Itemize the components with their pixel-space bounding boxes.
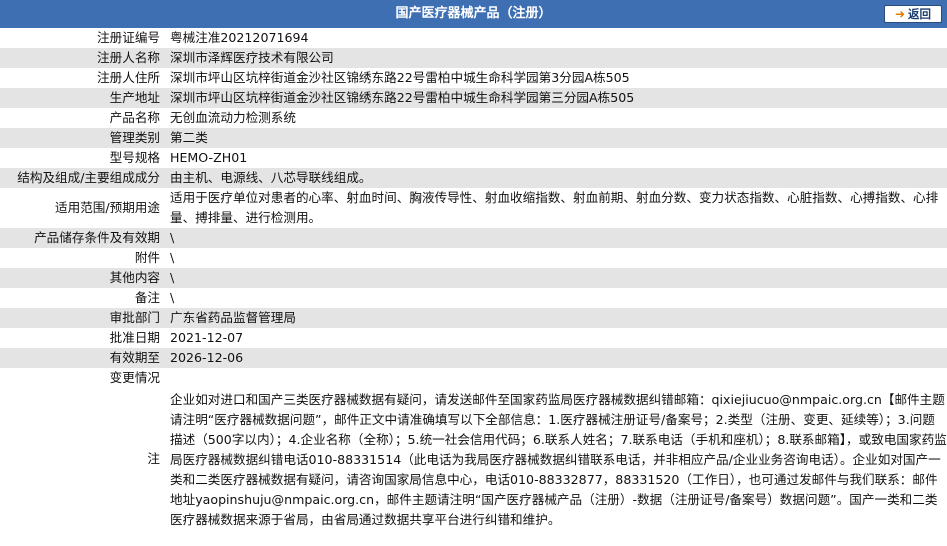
detail-row-registration-number: 注册证编号 粤械注准20212071694 <box>0 28 947 48</box>
field-value: 第二类 <box>166 128 947 148</box>
page-title: 国产医疗器械产品（注册） <box>395 6 552 21</box>
detail-row-attachments: 附件 \ <box>0 248 947 268</box>
field-label: 型号规格 <box>0 148 166 168</box>
detail-row-valid-until: 有效期至 2026-12-06 <box>0 348 947 368</box>
detail-row-approval-date: 批准日期 2021-12-07 <box>0 328 947 348</box>
field-value <box>166 368 947 388</box>
field-value: 企业如对进口和国产三类医疗器械数据有疑问，请发送邮件至国家药监局医疗器械数据纠错… <box>166 388 947 530</box>
detail-row-approval-department: 审批部门 广东省药品监督管理局 <box>0 308 947 328</box>
field-value: 深圳市坪山区坑梓街道金沙社区锦绣东路22号雷柏中城生命科学园第三分园A栋505 <box>166 88 947 108</box>
field-value: 深圳市坪山区坑梓街道金沙社区锦绣东路22号雷柏中城生命科学园第3分园A栋505 <box>166 68 947 88</box>
field-label: 批准日期 <box>0 328 166 348</box>
field-label: 产品储存条件及有效期 <box>0 228 166 248</box>
field-value: 2026-12-06 <box>166 348 947 368</box>
field-value: \ <box>166 228 947 248</box>
field-label: 有效期至 <box>0 348 166 368</box>
back-arrow-icon: ➜ <box>894 7 906 21</box>
field-label: 适用范围/预期用途 <box>0 188 166 228</box>
field-value: \ <box>166 268 947 288</box>
detail-row-registrant-address: 注册人住所 深圳市坪山区坑梓街道金沙社区锦绣东路22号雷柏中城生命科学园第3分园… <box>0 68 947 88</box>
field-value: 广东省药品监督管理局 <box>166 308 947 328</box>
field-label: 管理类别 <box>0 128 166 148</box>
detail-row-other-content: 其他内容 \ <box>0 268 947 288</box>
field-label: 审批部门 <box>0 308 166 328</box>
field-label: 变更情况 <box>0 368 166 388</box>
detail-row-change-history: 变更情况 <box>0 368 947 388</box>
field-label: 注册证编号 <box>0 28 166 48</box>
field-label: 注 <box>0 388 166 530</box>
detail-row-storage-validity: 产品储存条件及有效期 \ <box>0 228 947 248</box>
field-label: 注册人名称 <box>0 48 166 68</box>
detail-row-product-name: 产品名称 无创血流动力检测系统 <box>0 108 947 128</box>
page-header: 国产医疗器械产品（注册） ➜ 返回 <box>0 0 947 28</box>
field-label: 生产地址 <box>0 88 166 108</box>
detail-row-intended-use: 适用范围/预期用途 适用于医疗单位对患者的心率、射血时间、胸液传导性、射血收缩指… <box>0 188 947 228</box>
detail-row-note: 注 企业如对进口和国产三类医疗器械数据有疑问，请发送邮件至国家药监局医疗器械数据… <box>0 388 947 530</box>
field-value: 2021-12-07 <box>166 328 947 348</box>
field-value: 深圳市泽辉医疗技术有限公司 <box>166 48 947 68</box>
field-value: HEMO-ZH01 <box>166 148 947 168</box>
field-label: 产品名称 <box>0 108 166 128</box>
field-label: 备注 <box>0 288 166 308</box>
field-value: \ <box>166 248 947 268</box>
field-value: 由主机、电源线、八芯导联线组成。 <box>166 168 947 188</box>
field-label: 附件 <box>0 248 166 268</box>
detail-row-model-spec: 型号规格 HEMO-ZH01 <box>0 148 947 168</box>
field-value: 适用于医疗单位对患者的心率、射血时间、胸液传导性、射血收缩指数、射血前期、射血分… <box>166 188 947 228</box>
detail-row-production-address: 生产地址 深圳市坪山区坑梓街道金沙社区锦绣东路22号雷柏中城生命科学园第三分园A… <box>0 88 947 108</box>
detail-table: 注册证编号 粤械注准20212071694 注册人名称 深圳市泽辉医疗技术有限公… <box>0 28 947 530</box>
field-value: 粤械注准20212071694 <box>166 28 947 48</box>
field-label: 其他内容 <box>0 268 166 288</box>
field-label: 结构及组成/主要组成成分 <box>0 168 166 188</box>
field-label: 注册人住所 <box>0 68 166 88</box>
detail-row-management-category: 管理类别 第二类 <box>0 128 947 148</box>
detail-row-registrant-name: 注册人名称 深圳市泽辉医疗技术有限公司 <box>0 48 947 68</box>
back-button-label: 返回 <box>908 7 932 21</box>
field-value: \ <box>166 288 947 308</box>
detail-row-remarks: 备注 \ <box>0 288 947 308</box>
detail-row-structure-composition: 结构及组成/主要组成成分 由主机、电源线、八芯导联线组成。 <box>0 168 947 188</box>
field-value: 无创血流动力检测系统 <box>166 108 947 128</box>
back-button[interactable]: ➜ 返回 <box>884 5 942 23</box>
